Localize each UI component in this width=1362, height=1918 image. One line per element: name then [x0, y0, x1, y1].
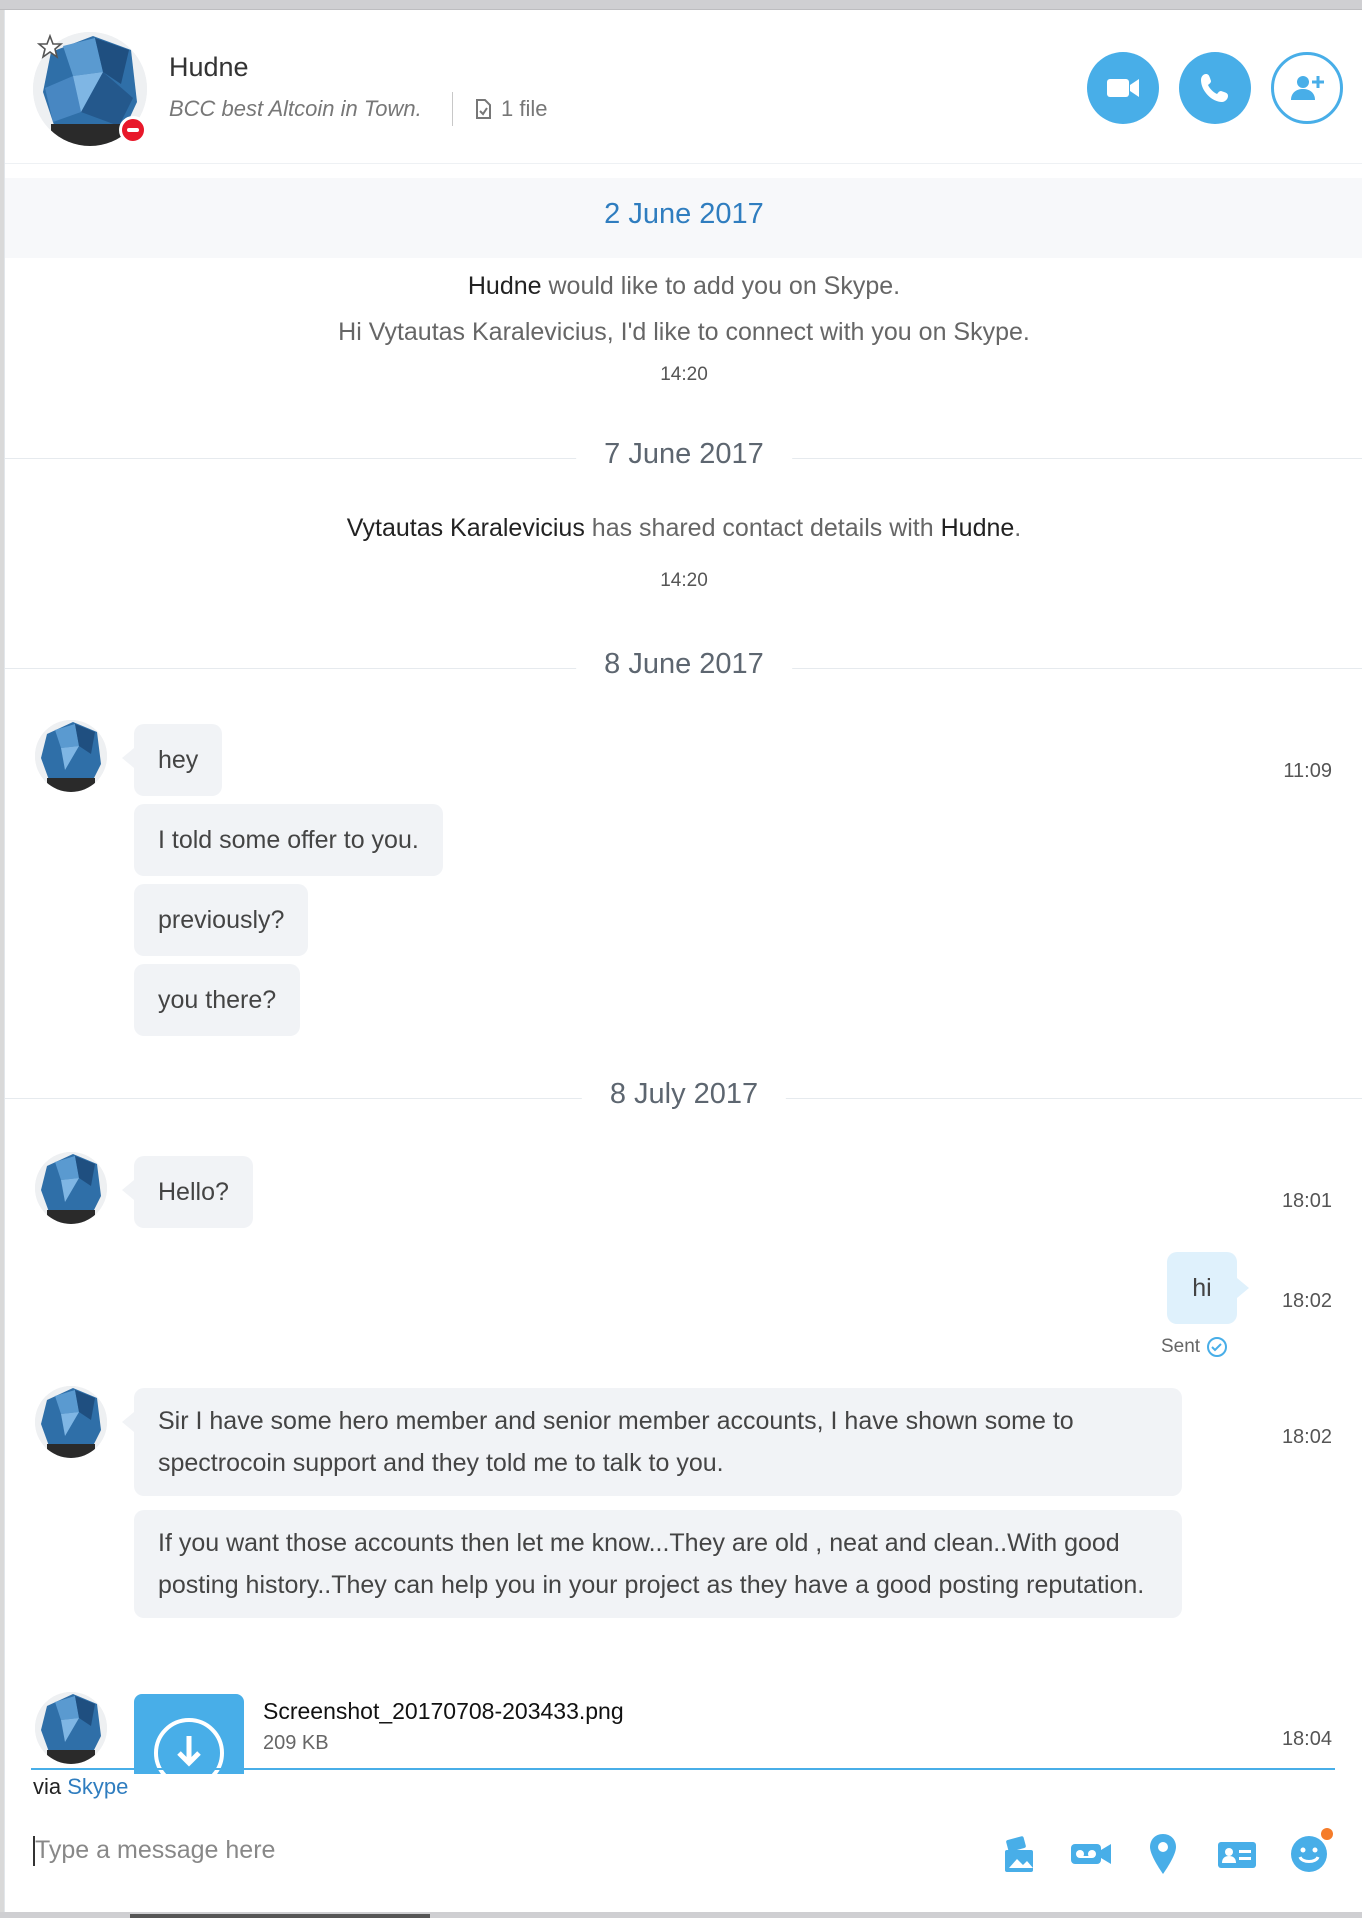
message-bubble[interactable]: hey	[121, 724, 223, 796]
file-size: 209 KB	[263, 1732, 329, 1754]
compose-divider	[31, 1768, 1335, 1770]
message-bubble[interactable]: Sir I have some hero member and senior m…	[122, 1388, 1182, 1496]
phone-icon	[1201, 74, 1228, 102]
notification-dot	[1321, 1828, 1333, 1840]
message-timestamp: 18:02	[1281, 1290, 1332, 1312]
send-media-icon	[1005, 1836, 1033, 1872]
file-download-card[interactable]	[134, 1694, 244, 1774]
message-timestamp: 18:02	[1281, 1426, 1332, 1448]
file-icon	[476, 99, 491, 119]
via-skype-link[interactable]: Skype	[67, 1774, 128, 1799]
add-person-icon	[1291, 76, 1324, 100]
contact-request-greeting: Hi Vytautas Karalevicius, I'd like to co…	[338, 318, 1030, 346]
message-status: Sent	[1161, 1336, 1228, 1358]
conversation-window: Hudne BCC best Altcoin in Town. 1 file 2…	[4, 10, 1362, 1912]
shared-end-punctuation: .	[1014, 514, 1022, 542]
video-call-button[interactable]	[1087, 52, 1159, 124]
date-label: 7 June 2017	[576, 438, 792, 471]
download-icon[interactable]	[154, 1718, 224, 1774]
video-message-button[interactable]	[1069, 1832, 1113, 1876]
header-divider	[452, 92, 453, 126]
contact-request-message: Hudne would like to add you on Skype.	[5, 272, 1362, 301]
sent-check-icon	[1207, 1337, 1228, 1357]
outgoing-message-bubble[interactable]: hi	[1167, 1252, 1249, 1324]
emoji-button[interactable]	[1287, 1828, 1333, 1876]
share-location-button[interactable]	[1141, 1832, 1185, 1876]
shared-contact-message: Vytautas Karalevicius has shared contact…	[5, 514, 1362, 543]
window-title-bar	[0, 0, 1362, 10]
via-prefix: via	[33, 1774, 62, 1799]
message-input[interactable]	[35, 1832, 935, 1868]
file-name[interactable]: Screenshot_20170708-203433.png	[263, 1698, 624, 1725]
share-contact-button[interactable]	[1215, 1832, 1259, 1876]
audio-call-button[interactable]	[1179, 52, 1251, 124]
location-icon	[1150, 1834, 1176, 1874]
contact-name[interactable]: Hudne	[169, 52, 249, 83]
date-separator: 8 July 2017	[5, 1078, 1362, 1118]
sender-avatar[interactable]	[35, 1692, 107, 1764]
send-media-button[interactable]	[997, 1832, 1041, 1876]
window-bottom-edge	[0, 1912, 1362, 1918]
video-camera-icon	[1107, 79, 1139, 97]
add-participant-button[interactable]	[1271, 52, 1343, 124]
sender-avatar[interactable]	[35, 1152, 107, 1224]
via-label: via Skype	[33, 1774, 128, 1800]
sender-avatar[interactable]	[35, 1386, 107, 1458]
request-action-text: would like to add you on Skype.	[548, 272, 901, 300]
shared-action-text: has shared contact details with	[591, 514, 934, 542]
message-bubble[interactable]: I told some offer to you.	[134, 804, 443, 876]
date-label: 8 June 2017	[576, 648, 792, 681]
message-timestamp: 14:20	[660, 364, 708, 385]
message-bubble[interactable]: Hello?	[122, 1156, 253, 1228]
contact-card-icon	[1218, 1842, 1256, 1868]
shared-files-link[interactable]: 1 file	[473, 96, 547, 122]
message-timestamp: 11:09	[1283, 760, 1332, 782]
presence-dnd-icon	[119, 116, 147, 144]
date-separator: 8 June 2017	[5, 648, 1362, 688]
sharer-name[interactable]: Vytautas Karalevicius	[347, 514, 585, 542]
date-separator: 7 June 2017	[5, 438, 1362, 478]
contact-mood-message: BCC best Altcoin in Town.	[169, 96, 422, 121]
favorite-star-icon[interactable]	[36, 33, 64, 60]
date-label: 2 June 2017	[604, 198, 764, 230]
message-bubble[interactable]: you there?	[134, 964, 301, 1036]
message-timestamp: 18:04	[1281, 1728, 1332, 1750]
date-separator: 2 June 2017	[5, 178, 1362, 258]
message-bubble[interactable]: If you want those accounts then let me k…	[134, 1510, 1182, 1618]
shared-files-count: 1 file	[501, 96, 548, 121]
date-label: 8 July 2017	[581, 1078, 787, 1111]
request-sender-name[interactable]: Hudne	[468, 272, 542, 300]
message-bubble[interactable]: previously?	[134, 884, 309, 956]
message-timestamp: 14:20	[660, 570, 708, 591]
shared-with-name[interactable]: Hudne	[941, 514, 1015, 542]
sent-status-label: Sent	[1161, 1336, 1201, 1357]
message-timestamp: 18:01	[1281, 1190, 1332, 1212]
video-message-icon	[1071, 1844, 1111, 1864]
sender-avatar[interactable]	[35, 720, 107, 792]
conversation-header: Hudne BCC best Altcoin in Town. 1 file	[5, 10, 1362, 164]
